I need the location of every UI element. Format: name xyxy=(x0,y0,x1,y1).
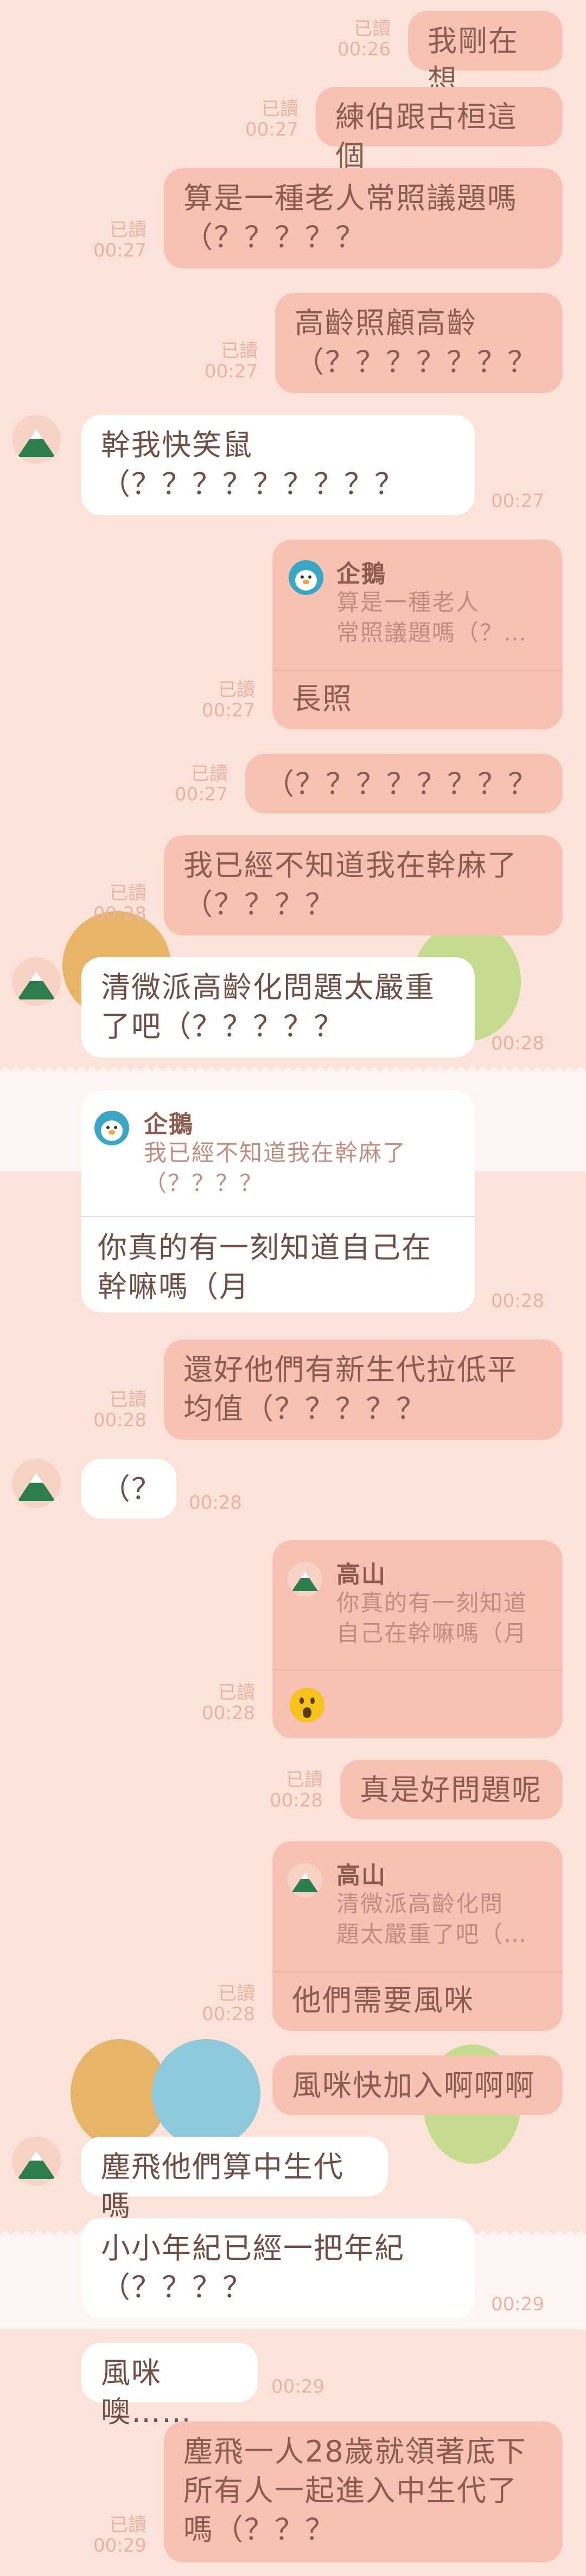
read-status: 已讀 xyxy=(262,98,298,120)
divider xyxy=(272,1669,563,1670)
message-bubble[interactable]: 幹我快笑鼠 （？？？？？？？？？ xyxy=(81,415,475,515)
message-text: （？ xyxy=(101,1472,162,1506)
message-text: 真是好問題呢 xyxy=(360,1773,542,1807)
message-bubble[interactable]: 企鵝 我已經不知道我在幹麻了 （？？？？ 你真的有一刻知道自己在 幹嘛嗎（月 xyxy=(81,1090,475,1312)
message-meta: 已讀 00:27 xyxy=(184,680,255,721)
mountain-avatar-icon xyxy=(288,1863,322,1898)
message-bubble[interactable]: 清微派高齡化問題太嚴重 了吧（？？？？？ xyxy=(81,957,475,1058)
timestamp: 00:27 xyxy=(202,700,255,721)
read-status: 已讀 xyxy=(218,1682,255,1703)
mountain-avatar-icon[interactable] xyxy=(12,957,61,1006)
message-meta: 已讀 00:26 xyxy=(320,18,391,60)
timestamp: 00:28 xyxy=(202,1702,255,1724)
message-bubble[interactable]: 練伯跟古桓這個 xyxy=(316,87,563,173)
timestamp: 00:28 xyxy=(93,903,146,925)
message-meta: 已讀 00:28 xyxy=(184,1682,255,1723)
read-status: 已讀 xyxy=(218,1983,255,2004)
read-status: 已讀 xyxy=(286,1769,323,1791)
read-status: 已讀 xyxy=(218,679,255,701)
timestamp: 00:29 xyxy=(491,2293,544,2315)
quote-text: 你真的有一刻知道 自己在幹嘛嗎（月 xyxy=(336,1590,528,1646)
message-meta: 已讀 00:28 xyxy=(76,1389,146,1431)
message-meta: 已讀 00:27 xyxy=(187,341,258,382)
message-bubble[interactable]: 小小年紀已經一把年紀 （？？？？ xyxy=(81,2218,475,2318)
message-text: 他們需要風咪 xyxy=(292,1983,474,2017)
read-status: 已讀 xyxy=(110,219,146,241)
message-meta: 已讀 00:28 xyxy=(184,1983,255,2024)
message-text: 風咪快加入啊啊啊 xyxy=(292,2068,535,2103)
read-status: 已讀 xyxy=(221,340,258,362)
message-meta: 已讀 00:27 xyxy=(76,220,146,261)
sticker-character xyxy=(152,2039,260,2148)
divider xyxy=(272,1971,563,1972)
message-meta: 已讀 00:28 xyxy=(76,883,146,924)
mountain-avatar-icon[interactable] xyxy=(12,415,61,464)
message-text: 還好他們有新生代拉低平 均值（？？？？？ xyxy=(183,1353,518,1426)
timestamp: 00:27 xyxy=(175,784,228,805)
message-bubble[interactable]: 高齡照顧高齡 （？？？？？？？ xyxy=(275,293,563,393)
message-meta: 已讀 00:27 xyxy=(157,764,228,805)
message-text: 塵飛他們算中生代嗎 xyxy=(101,2150,344,2223)
message-text: 清微派高齡化問題太嚴重 了吧（？？？？？ xyxy=(101,970,435,1043)
surprised-emoji-icon xyxy=(290,1688,324,1722)
penguin-avatar-icon xyxy=(94,1111,129,1145)
mountain-avatar-icon[interactable] xyxy=(12,1459,61,1508)
read-status: 已讀 xyxy=(191,763,228,785)
read-status: 已讀 xyxy=(354,18,391,40)
message-bubble[interactable]: 風咪噢…… xyxy=(81,2343,258,2429)
message-text: 練伯跟古桓這個 xyxy=(335,100,518,173)
message-bubble[interactable]: 風咪快加入啊啊啊 xyxy=(272,2055,563,2115)
timestamp: 00:28 xyxy=(491,1290,544,1312)
message-bubble[interactable]: 我剛在想 xyxy=(408,11,563,97)
timestamp: 00:27 xyxy=(245,119,298,140)
message-meta: 已讀 00:28 xyxy=(252,1770,323,1811)
message-text: 長照 xyxy=(292,682,353,716)
message-bubble[interactable]: 高山 你真的有一刻知道 自己在幹嘛嗎（月 xyxy=(272,1540,563,1738)
timestamp: 00:29 xyxy=(93,2535,146,2556)
timestamp: 00:28 xyxy=(93,1409,146,1431)
timestamp: 00:27 xyxy=(93,240,146,261)
mountain-avatar-icon xyxy=(288,1562,322,1597)
message-text: 風咪噢…… xyxy=(101,2356,192,2429)
penguin-avatar-icon xyxy=(289,560,323,595)
message-bubble[interactable]: （？ xyxy=(81,1459,176,1518)
message-bubble[interactable]: 算是一種老人常照議題嗎 （？？？？？ xyxy=(164,168,563,268)
divider xyxy=(81,1216,475,1217)
message-text: 塵飛一人28歲就領著底下 所有人一起進入中生代了 嗎（？？？ xyxy=(183,2434,527,2547)
timestamp: 00:29 xyxy=(271,2376,324,2398)
divider xyxy=(272,670,563,671)
message-text: 幹我快笑鼠 （？？？？？？？？？ xyxy=(101,428,405,501)
timestamp: 00:28 xyxy=(202,2003,255,2025)
quote-text: 我已經不知道我在幹麻了 （？？？？ xyxy=(144,1139,407,1196)
message-bubble[interactable]: 真是好問題呢 xyxy=(340,1760,563,1819)
timestamp: 00:26 xyxy=(337,39,391,60)
message-bubble[interactable]: 高山 清微派高齡化問 題太嚴重了吧（… 他們需要風咪 xyxy=(272,1841,563,2031)
quote-text: 清微派高齡化問 題太嚴重了吧（… xyxy=(336,1891,528,1947)
read-status: 已讀 xyxy=(110,1389,146,1411)
message-bubble[interactable]: 我已經不知道我在幹麻了 （？？？？ xyxy=(164,835,563,935)
read-status: 已讀 xyxy=(110,882,146,904)
message-text: 高齡照顧高齡 （？？？？？？？ xyxy=(295,306,538,379)
message-meta: 已讀 00:29 xyxy=(76,2515,146,2556)
timestamp: 00:28 xyxy=(491,1033,544,1054)
message-text: 算是一種老人常照議題嗎 （？？？？？ xyxy=(183,181,518,254)
message-text: 你真的有一刻知道自己在 幹嘛嗎（月 xyxy=(98,1231,432,1304)
timestamp: 00:28 xyxy=(270,1790,323,1811)
message-bubble[interactable]: 還好他們有新生代拉低平 均值（？？？？？ xyxy=(164,1340,563,1440)
mountain-avatar-icon[interactable] xyxy=(12,2137,61,2186)
message-bubble[interactable]: （？？？？？？？？ xyxy=(245,754,563,813)
message-bubble[interactable]: 塵飛一人28歲就領著底下 所有人一起進入中生代了 嗎（？？？ xyxy=(164,2421,563,2562)
quote-text: 算是一種老人 常照議題嗎（？… xyxy=(336,589,528,646)
timestamp: 00:27 xyxy=(205,361,258,382)
timestamp: 00:28 xyxy=(189,1492,242,1514)
message-bubble[interactable]: 塵飛他們算中生代嗎 xyxy=(81,2137,388,2223)
message-text: 我已經不知道我在幹麻了 （？？？？ xyxy=(183,848,518,921)
message-text: （？？？？？？？？ xyxy=(265,767,538,801)
message-meta: 已讀 00:27 xyxy=(228,99,298,140)
message-bubble[interactable]: 企鵝 算是一種老人 常照議題嗎（？… 長照 xyxy=(272,540,563,729)
message-text: 小小年紀已經一把年紀 （？？？？ xyxy=(101,2231,405,2304)
read-status: 已讀 xyxy=(110,2514,146,2536)
timestamp: 00:27 xyxy=(491,490,544,512)
message-text: 我剛在想 xyxy=(428,24,519,97)
